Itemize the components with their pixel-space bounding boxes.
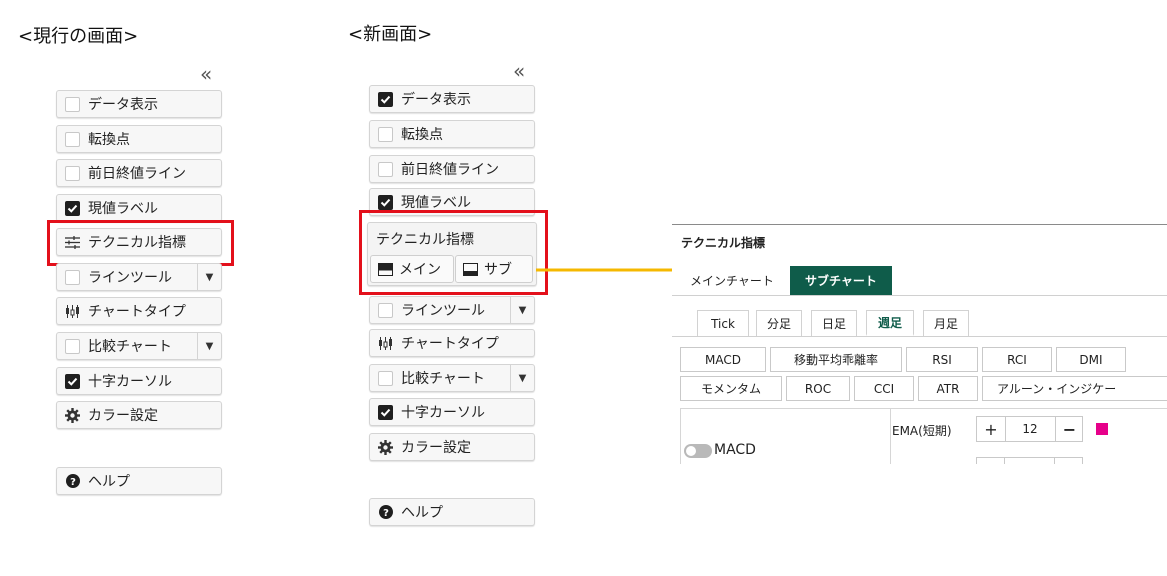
ema-short-stepper[interactable]: + 12 −: [976, 416, 1083, 442]
svg-text:?: ?: [70, 477, 76, 488]
collapse-icon[interactable]: «: [513, 61, 525, 81]
line-tool-label: ラインツール: [88, 270, 172, 286]
help-icon: ?: [65, 474, 80, 489]
increment-button[interactable]: +: [977, 417, 1006, 441]
technical-indicator-dialog: テクニカル指標 メインチャート サブチャート Tick 分足 日足 週足 月足 …: [672, 224, 1167, 464]
checkbox-icon[interactable]: [378, 161, 393, 177]
dialog-title: テクニカル指標: [681, 236, 766, 250]
current-label-label: 現値ラベル: [401, 195, 471, 211]
candlestick-icon: [65, 304, 80, 319]
dropdown-arrow-icon[interactable]: ▼: [197, 333, 221, 359]
checkbox-checked-icon[interactable]: [378, 91, 393, 107]
prev-close-line-toggle[interactable]: 前日終値ライン: [56, 159, 222, 187]
gear-icon: [65, 407, 80, 423]
checkbox-icon[interactable]: [65, 96, 80, 112]
color-settings-label: カラー設定: [401, 440, 471, 456]
current-screen-heading: <現行の画面>: [18, 26, 139, 47]
line-tool-toggle[interactable]: ラインツール ▼: [369, 296, 535, 324]
crosshair-label: 十字カーソル: [401, 405, 485, 421]
indicator-aroon[interactable]: アルーン・インジケー: [982, 376, 1167, 401]
compare-chart-label: 比較チャート: [88, 339, 172, 355]
color-settings-button[interactable]: カラー設定: [369, 433, 535, 461]
indicator-dmi[interactable]: DMI: [1056, 347, 1126, 372]
chart-type-button[interactable]: チャートタイプ: [56, 297, 222, 325]
period-tab-minute[interactable]: 分足: [756, 310, 802, 336]
chart-type-label: チャートタイプ: [88, 304, 186, 320]
ema-long-stepper[interactable]: [976, 457, 1083, 464]
indicator-cci[interactable]: CCI: [854, 376, 914, 401]
crosshair-toggle[interactable]: 十字カーソル: [369, 398, 535, 426]
chart-type-label: チャートタイプ: [401, 336, 499, 352]
color-settings-button[interactable]: カラー設定: [56, 401, 222, 429]
prev-close-line-label: 前日終値ライン: [88, 166, 186, 182]
crosshair-label: 十字カーソル: [88, 374, 172, 390]
highlight-box: [47, 220, 234, 266]
help-icon: ?: [378, 505, 393, 520]
period-tab-weekly[interactable]: 週足: [866, 310, 914, 336]
checkbox-checked-icon[interactable]: [65, 373, 80, 389]
color-settings-label: カラー設定: [88, 408, 158, 424]
indicator-macd[interactable]: MACD: [680, 347, 766, 372]
checkbox-icon[interactable]: [65, 269, 80, 285]
prev-close-line-label: 前日終値ライン: [401, 162, 499, 178]
prev-close-line-toggle[interactable]: 前日終値ライン: [369, 155, 535, 183]
crosshair-toggle[interactable]: 十字カーソル: [56, 367, 222, 395]
collapse-icon[interactable]: «: [200, 64, 212, 84]
help-button[interactable]: ? ヘルプ: [56, 467, 222, 495]
data-display-toggle[interactable]: データ表示: [369, 85, 535, 113]
indicator-momentum[interactable]: モメンタム: [680, 376, 782, 401]
ema-short-label: EMA(短期): [892, 424, 952, 438]
gear-icon: [378, 439, 393, 455]
macd-toggle-switch[interactable]: [684, 444, 712, 458]
checkbox-icon[interactable]: [378, 302, 393, 318]
turning-point-toggle[interactable]: 転換点: [56, 125, 222, 153]
macd-setting-label: MACD: [714, 442, 756, 458]
period-tab-monthly[interactable]: 月足: [923, 310, 969, 336]
candlestick-icon: [378, 336, 393, 351]
checkbox-icon[interactable]: [65, 131, 80, 147]
help-label: ヘルプ: [401, 505, 443, 521]
dropdown-arrow-icon[interactable]: ▼: [510, 297, 534, 323]
checkbox-icon[interactable]: [378, 126, 393, 142]
highlight-box: [359, 210, 548, 295]
ema-short-value[interactable]: 12: [1005, 417, 1055, 441]
turning-point-label: 転換点: [401, 127, 443, 143]
data-display-label: データ表示: [88, 97, 158, 113]
line-tool-label: ラインツール: [401, 303, 485, 319]
chart-type-button[interactable]: チャートタイプ: [369, 329, 535, 357]
compare-chart-toggle[interactable]: 比較チャート ▼: [369, 364, 535, 392]
decrement-button[interactable]: −: [1055, 417, 1083, 441]
indicator-rci[interactable]: RCI: [982, 347, 1052, 372]
indicator-rsi[interactable]: RSI: [906, 347, 978, 372]
dropdown-arrow-icon[interactable]: ▼: [197, 264, 221, 290]
help-label: ヘルプ: [88, 474, 130, 490]
checkbox-icon[interactable]: [65, 338, 80, 354]
period-tab-daily[interactable]: 日足: [811, 310, 857, 336]
tab-main-chart[interactable]: メインチャート: [676, 266, 788, 295]
checkbox-checked-icon[interactable]: [378, 404, 393, 420]
compare-chart-toggle[interactable]: 比較チャート ▼: [56, 332, 222, 360]
help-button[interactable]: ? ヘルプ: [369, 498, 535, 526]
new-screen-heading: <新画面>: [348, 24, 433, 45]
checkbox-icon[interactable]: [378, 370, 393, 386]
tab-sub-chart[interactable]: サブチャート: [790, 266, 892, 295]
checkbox-checked-icon[interactable]: [378, 194, 393, 210]
turning-point-toggle[interactable]: 転換点: [369, 120, 535, 148]
checkbox-icon[interactable]: [65, 165, 80, 181]
data-display-toggle[interactable]: データ表示: [56, 90, 222, 118]
checkbox-checked-icon[interactable]: [65, 200, 80, 216]
current-label-label: 現値ラベル: [88, 201, 158, 217]
indicator-ma-deviation[interactable]: 移動平均乖離率: [770, 347, 902, 372]
period-tab-tick[interactable]: Tick: [697, 310, 749, 336]
compare-chart-label: 比較チャート: [401, 371, 485, 387]
indicator-roc[interactable]: ROC: [786, 376, 850, 401]
svg-text:?: ?: [383, 508, 389, 519]
line-tool-toggle[interactable]: ラインツール ▼: [56, 263, 222, 291]
turning-point-label: 転換点: [88, 132, 130, 148]
color-swatch[interactable]: [1096, 423, 1108, 435]
indicator-atr[interactable]: ATR: [918, 376, 978, 401]
data-display-label: データ表示: [401, 92, 471, 108]
dropdown-arrow-icon[interactable]: ▼: [510, 365, 534, 391]
current-label-toggle[interactable]: 現値ラベル: [56, 194, 222, 222]
